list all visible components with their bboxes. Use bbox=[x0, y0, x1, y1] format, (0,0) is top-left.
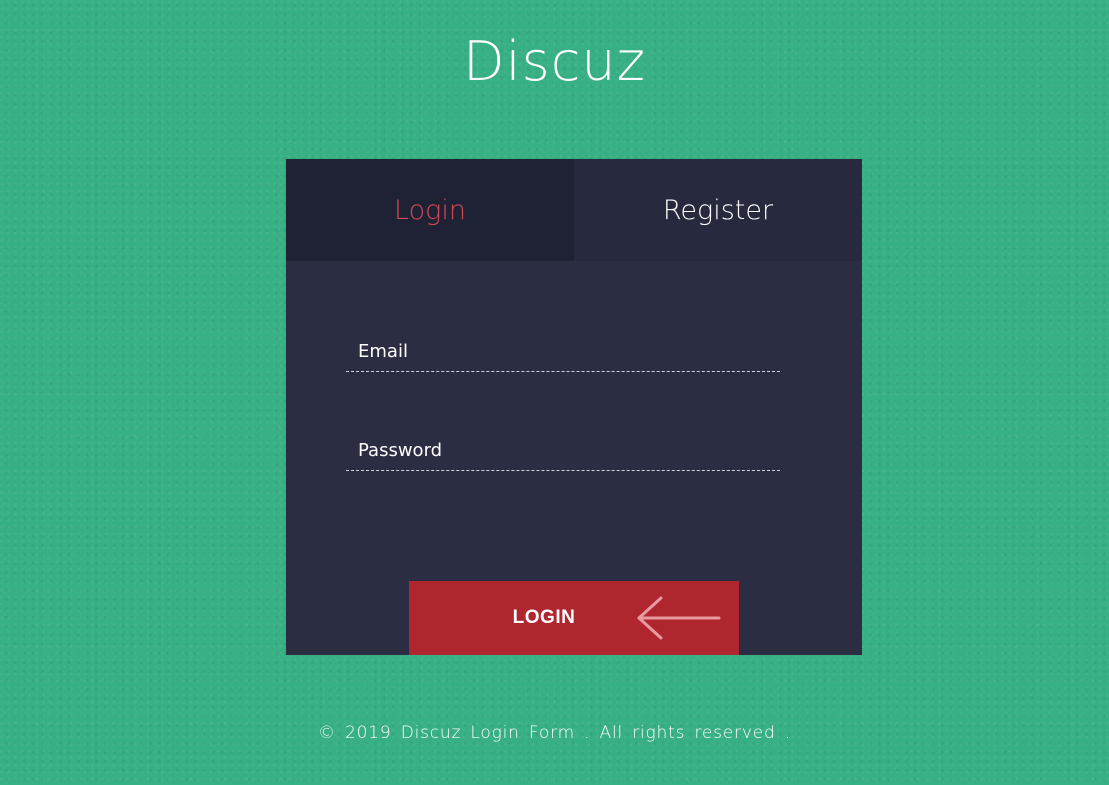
login-button[interactable]: LOGIN bbox=[409, 581, 739, 655]
login-card: Login Register LOGIN bbox=[286, 159, 862, 655]
tab-register[interactable]: Register bbox=[574, 159, 862, 261]
password-field[interactable] bbox=[346, 430, 780, 470]
password-field-wrapper bbox=[346, 430, 780, 471]
email-field[interactable] bbox=[346, 331, 780, 371]
site-title: Discuz bbox=[463, 30, 646, 93]
email-field-wrapper bbox=[346, 331, 780, 372]
arrow-left-icon bbox=[637, 596, 721, 640]
tab-login[interactable]: Login bbox=[286, 159, 574, 261]
auth-tabs: Login Register bbox=[286, 159, 862, 261]
footer-copyright: © 2019 Discuz Login Form . All rights re… bbox=[318, 723, 791, 743]
